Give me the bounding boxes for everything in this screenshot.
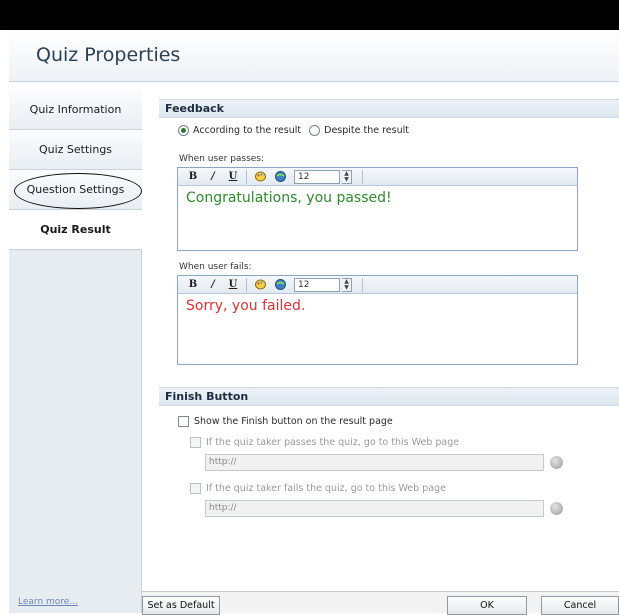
fail-message-text[interactable]: Sorry, you failed. [178, 294, 577, 318]
checkbox-label: If the quiz taker passes the quiz, go to… [206, 437, 460, 448]
sidebar-item-label: Quiz Settings [38, 143, 113, 156]
pass-message-text[interactable]: Congratulations, you passed! [178, 186, 577, 210]
italic-button[interactable]: / [204, 169, 222, 184]
pass-message-label: When user passes: [179, 154, 265, 164]
finish-button-section-header: Finish Button [159, 387, 619, 406]
sidebar: Quiz Information Quiz Settings Question … [9, 90, 142, 613]
cancel-button[interactable]: Cancel [541, 596, 619, 615]
font-size-spinner[interactable]: ▲ ▼ [342, 277, 352, 292]
sidebar-item-label: Question Settings [26, 183, 125, 196]
editor-toolbar: B / U 12 ▲ ▼ [178, 168, 577, 186]
sidebar-item-label: Quiz Information [29, 103, 122, 116]
bold-button[interactable]: B [184, 169, 202, 184]
sidebar-item-label: Quiz Result [40, 223, 111, 236]
pass-redirect-checkbox[interactable] [190, 437, 201, 448]
main-panel: Feedback According to the result Despite… [142, 90, 619, 613]
editor-toolbar: B / U 12 ▲ ▼ [178, 276, 577, 294]
learn-more-link[interactable]: Learn more... [18, 597, 78, 607]
fail-message-editor: B / U 12 ▲ ▼ Sorry, you failed. [177, 275, 578, 365]
radio-label: According to the result [193, 125, 302, 136]
checkbox-label: Show the Finish button on the result pag… [194, 416, 393, 427]
sidebar-item-quiz-result[interactable]: Quiz Result [9, 210, 142, 250]
set-as-default-button[interactable]: Set as Default [142, 596, 220, 615]
sidebar-item-question-settings[interactable]: Question Settings [9, 170, 142, 210]
radio-despite-result[interactable] [309, 125, 321, 136]
link-icon[interactable] [271, 169, 289, 184]
bold-button[interactable]: B [184, 277, 202, 292]
sidebar-item-quiz-settings[interactable]: Quiz Settings [9, 130, 142, 170]
sidebar-item-quiz-information[interactable]: Quiz Information [9, 90, 142, 130]
pass-redirect-row: If the quiz taker passes the quiz, go to… [190, 437, 459, 448]
checkbox-label: If the quiz taker fails the quiz, go to … [206, 483, 446, 494]
fail-message-label: When user fails: [179, 262, 252, 272]
font-size-input[interactable]: 12 [294, 277, 340, 292]
pass-message-editor: B / U 12 ▲ ▼ Congratulations, you passed! [177, 167, 578, 251]
ok-button[interactable]: OK [447, 596, 527, 615]
dialog-button-bar: Set as Default OK Cancel [142, 591, 619, 615]
font-size-input[interactable]: 12 [294, 169, 340, 184]
radio-label: Despite the result [324, 125, 409, 136]
font-size-spinner[interactable]: ▲ ▼ [342, 169, 352, 184]
pass-url-browse-button[interactable] [550, 456, 563, 469]
pass-url-input[interactable]: http:// [205, 454, 544, 471]
fail-url-browse-button[interactable] [550, 502, 563, 515]
link-icon[interactable] [271, 277, 289, 292]
fail-redirect-row: If the quiz taker fails the quiz, go to … [190, 483, 446, 494]
show-finish-checkbox[interactable] [178, 416, 189, 427]
fail-redirect-checkbox[interactable] [190, 483, 201, 494]
fail-url-input[interactable]: http:// [205, 500, 544, 517]
italic-button[interactable]: / [204, 277, 222, 292]
show-finish-row: Show the Finish button on the result pag… [178, 416, 393, 427]
window-titlebar [0, 0, 619, 30]
font-color-icon[interactable] [251, 277, 269, 292]
feedback-section-header: Feedback [159, 99, 619, 118]
underline-button[interactable]: U [224, 169, 242, 184]
feedback-mode-radios: According to the result Despite the resu… [178, 125, 409, 136]
font-color-icon[interactable] [251, 169, 269, 184]
radio-according-to-result[interactable] [178, 125, 189, 136]
dialog-title: Quiz Properties [36, 44, 181, 66]
underline-button[interactable]: U [224, 277, 242, 292]
